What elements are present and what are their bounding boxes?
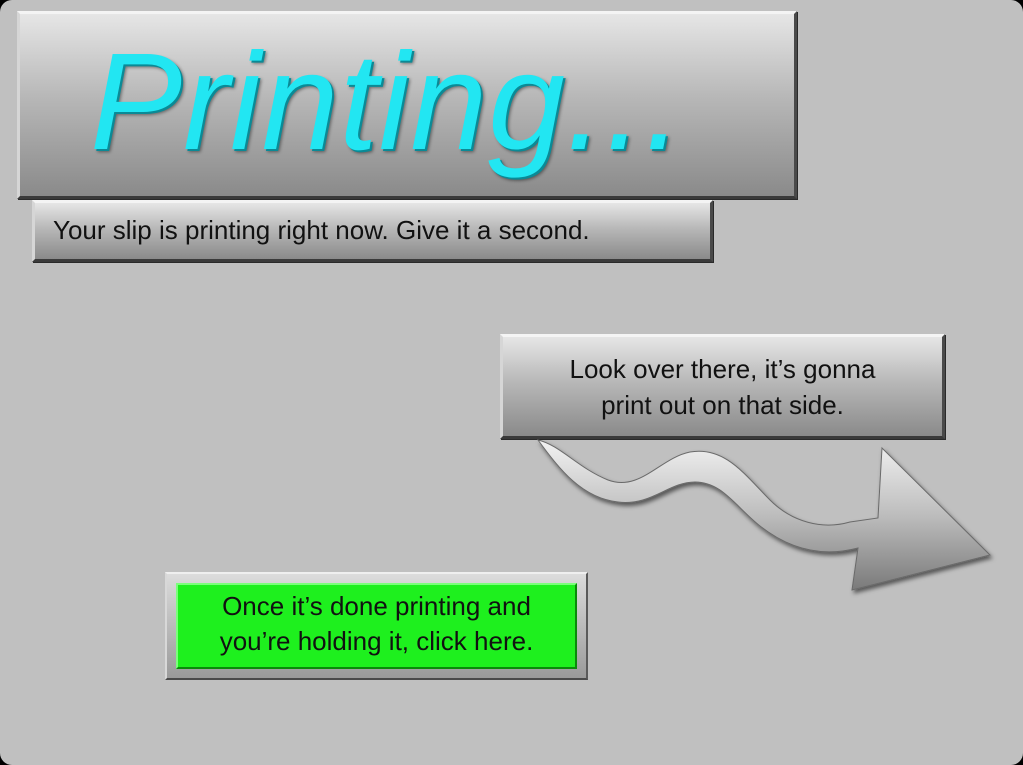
page-title: Printing... bbox=[90, 25, 684, 179]
kiosk-screen: Printing... Your slip is printing right … bbox=[0, 0, 1023, 765]
direction-hint-line-1: Look over there, it’s gonna bbox=[569, 354, 876, 384]
direction-hint-text: Look over there, it’s gonna print out on… bbox=[503, 351, 942, 423]
status-message-box: Your slip is printing right now. Give it… bbox=[32, 200, 713, 262]
done-button-line-2: you’re holding it, click here. bbox=[219, 626, 534, 656]
done-button-line-1: Once it’s done printing and bbox=[222, 591, 531, 621]
title-banner: Printing... bbox=[17, 11, 797, 199]
done-printing-button-face[interactable]: Once it’s done printing and you’re holdi… bbox=[176, 583, 577, 669]
curvy-arrow-right-icon bbox=[536, 439, 991, 591]
status-message: Your slip is printing right now. Give it… bbox=[53, 215, 590, 245]
done-printing-button[interactable]: Once it’s done printing and you’re holdi… bbox=[165, 572, 588, 680]
direction-hint-line-2: print out on that side. bbox=[601, 390, 844, 420]
direction-hint-box: Look over there, it’s gonna print out on… bbox=[500, 334, 945, 439]
